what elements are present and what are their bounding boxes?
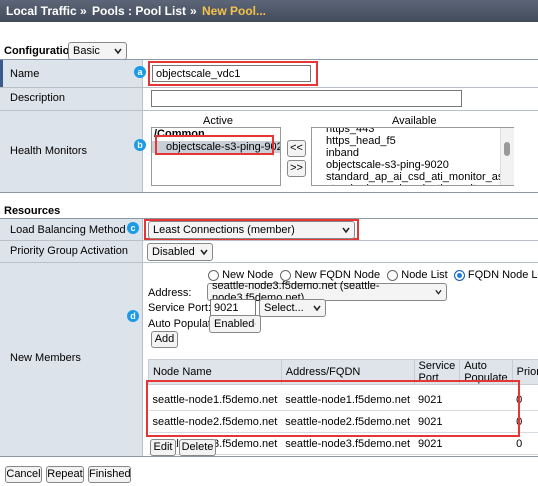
resources-heading: Resources <box>4 205 61 217</box>
divider <box>0 87 538 88</box>
divider <box>0 240 538 241</box>
move-left-button[interactable]: << <box>287 140 306 157</box>
scrollbar-thumb[interactable] <box>504 142 510 156</box>
chevron-down-icon <box>313 305 321 312</box>
configuration-value: Basic <box>73 45 100 57</box>
breadcrumb-current: New Pool... <box>202 4 267 18</box>
name-label: Name <box>10 68 40 80</box>
radio-label: FQDN Node List <box>467 269 538 281</box>
divider <box>0 262 538 263</box>
available-monitors-list[interactable]: https_443 https_head_f5 inband objectsca… <box>311 127 514 186</box>
name-input[interactable] <box>152 65 311 82</box>
lb-method-label: Load Balancing Method <box>10 224 126 236</box>
service-port-select[interactable]: Select... <box>259 299 326 317</box>
divider <box>0 192 538 193</box>
list-item[interactable]: https_443 <box>312 128 513 135</box>
service-port-select-value: Select... <box>264 302 304 314</box>
chevron-down-icon <box>200 249 208 256</box>
radio-fqdn-node-list[interactable] <box>453 269 465 281</box>
new-members-label: New Members <box>10 352 81 364</box>
radio-new-node[interactable] <box>208 269 219 281</box>
breadcrumb-bar: Local Traffic » Pools : Pool List » New … <box>0 0 538 22</box>
description-input[interactable] <box>151 90 462 107</box>
chevron-down-icon <box>114 48 122 55</box>
repeat-button[interactable]: Repeat <box>46 466 84 483</box>
list-item[interactable]: https_head_f5 <box>312 135 513 147</box>
cancel-button[interactable]: Cancel <box>5 466 42 483</box>
annotation-badge-b: b <box>134 139 146 151</box>
auto-populate-value: Enabled <box>214 318 255 330</box>
chevron-down-icon <box>254 323 256 325</box>
scrollbar[interactable] <box>500 128 514 185</box>
finished-button[interactable]: Finished <box>88 466 131 483</box>
edit-member-button[interactable]: Edit <box>150 439 176 456</box>
divider <box>0 456 538 457</box>
annotation-badge-a: a <box>134 66 146 78</box>
available-heading: Available <box>392 115 437 127</box>
lb-method-value: Least Connections (member) <box>153 224 295 236</box>
pga-value: Disabled <box>152 246 195 258</box>
add-member-button[interactable]: Add <box>151 331 178 348</box>
delete-member-button[interactable]: Delete <box>179 439 216 456</box>
chevron-down-icon <box>342 227 350 234</box>
radio-node-list[interactable] <box>387 269 399 281</box>
move-right-button[interactable]: >> <box>287 160 306 177</box>
breadcrumb-separator: » <box>80 4 87 18</box>
divider <box>142 60 143 192</box>
active-heading: Active <box>203 115 233 127</box>
service-port-input[interactable] <box>210 299 256 316</box>
list-item[interactable]: inband <box>312 147 513 159</box>
divider <box>142 219 143 456</box>
breadcrumb-local-traffic[interactable]: Local Traffic <box>6 4 77 18</box>
pga-select[interactable]: Disabled <box>147 243 213 261</box>
breadcrumb-pool-list[interactable]: Pools : Pool List <box>92 4 186 18</box>
auto-populate-select[interactable]: Enabled <box>209 315 261 333</box>
radio-new-fqdn-node[interactable] <box>280 269 292 281</box>
description-label: Description <box>10 92 66 104</box>
breadcrumb-separator: » <box>190 4 197 18</box>
health-monitors-label: Health Monitors <box>10 145 88 157</box>
list-item[interactable]: standard_ap_ai_csd_ati_monitor_asia_ne1 <box>312 171 513 183</box>
annotation-badge-d: d <box>127 310 139 322</box>
required-marker <box>0 60 3 87</box>
list-item[interactable]: objectscale-s3-ping-9020 <box>312 159 513 171</box>
chevron-down-icon <box>435 289 442 295</box>
divider <box>0 110 538 111</box>
pga-label: Priority Group Activation <box>10 245 128 257</box>
highlight-box <box>146 380 520 437</box>
address-label: Address: <box>148 287 192 299</box>
highlight-box <box>155 135 274 155</box>
service-port-label: Service Port: <box>148 302 211 314</box>
lb-method-select[interactable]: Least Connections (member) <box>148 221 355 239</box>
list-item[interactable]: standard_ap_ai_csd_ati_monitor_asia_se2 <box>312 183 513 185</box>
configuration-select[interactable]: Basic <box>68 42 127 60</box>
annotation-badge-c: c <box>127 222 139 234</box>
